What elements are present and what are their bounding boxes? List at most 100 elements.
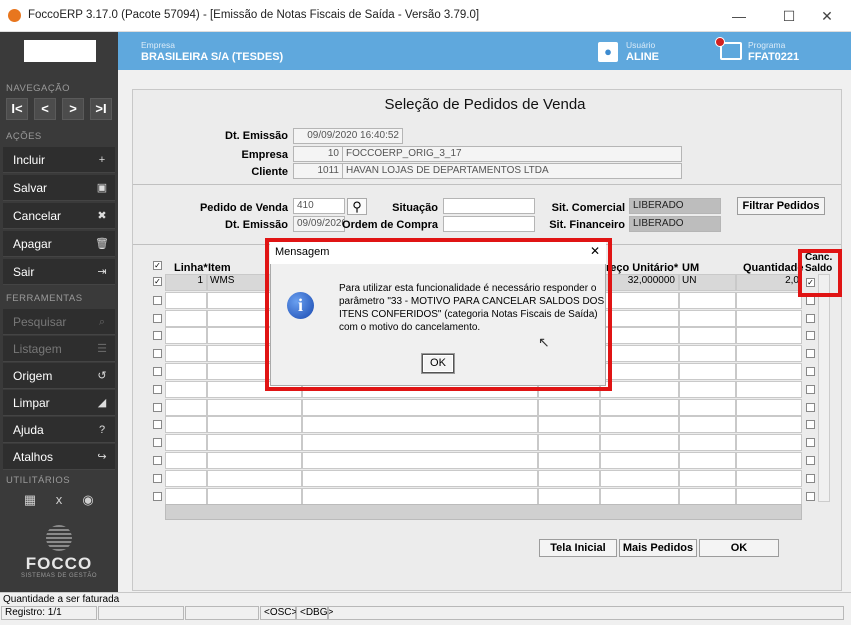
grid-cell[interactable] (600, 398, 679, 416)
grid-cell[interactable] (679, 469, 736, 487)
canc-saldo-checkbox[interactable] (806, 367, 815, 376)
grid-cell[interactable] (736, 452, 802, 469)
grid-cell[interactable] (679, 327, 736, 345)
grid-cell[interactable] (207, 416, 302, 434)
grid-cell[interactable] (302, 434, 538, 452)
grid-cell[interactable] (165, 345, 207, 363)
pedido-field[interactable]: 410 (293, 198, 345, 214)
incluir-button[interactable]: Incluir + (3, 147, 115, 173)
quantidade-cell[interactable]: 2,0 (736, 274, 802, 291)
row-checkbox[interactable] (153, 384, 162, 394)
row-checkbox[interactable] (153, 367, 162, 376)
minimize-button[interactable]: — (724, 4, 754, 28)
salvar-button[interactable]: Salvar ▣ (3, 175, 115, 201)
grid-cell[interactable] (165, 398, 207, 416)
grid-cell[interactable] (165, 291, 207, 309)
canc-saldo-checkbox[interactable] (806, 331, 815, 341)
grid-cell[interactable] (538, 469, 600, 487)
canc-saldo-checkbox[interactable] (806, 295, 815, 305)
row-checkbox[interactable] (153, 456, 162, 465)
grid-cell[interactable] (679, 416, 736, 434)
grid-cell[interactable] (207, 398, 302, 416)
grid-cell[interactable] (736, 469, 802, 487)
canc-saldo-checkbox[interactable] (806, 473, 815, 483)
grid-cell[interactable] (302, 452, 538, 469)
grid-cell[interactable] (679, 398, 736, 416)
grid-scrollbar[interactable] (818, 274, 830, 502)
grid-cell[interactable] (165, 309, 207, 327)
grid-cell[interactable] (736, 416, 802, 434)
grid-cell[interactable] (600, 452, 679, 469)
dt-emissao-field[interactable]: 09/09/2020 16:40:52 (293, 128, 403, 144)
row-checkbox[interactable] (153, 402, 162, 412)
grid-cell[interactable] (165, 487, 207, 505)
grid-cell[interactable] (207, 469, 302, 487)
grid-cell[interactable] (207, 487, 302, 505)
grid-cell[interactable] (538, 487, 600, 505)
grid-cell[interactable] (736, 327, 802, 345)
row-checkbox[interactable] (153, 349, 162, 359)
grid-cell[interactable] (736, 487, 802, 505)
grid-cell[interactable] (600, 469, 679, 487)
grid-cell[interactable] (679, 363, 736, 380)
grid-cell[interactable] (679, 309, 736, 327)
dt-emissao2-field[interactable]: 09/09/2020 (293, 216, 345, 232)
grid-cell[interactable] (165, 469, 207, 487)
row-checkbox[interactable] (153, 295, 162, 305)
um-cell[interactable]: UN (679, 274, 736, 291)
row-checkbox[interactable] (153, 331, 162, 341)
excel-icon[interactable]: x (51, 492, 67, 508)
grid-cell[interactable] (302, 469, 538, 487)
grid-cell[interactable] (538, 434, 600, 452)
grid-cell[interactable] (207, 434, 302, 452)
grid-cell[interactable] (207, 452, 302, 469)
origem-button[interactable]: Origem ↺ (3, 363, 115, 389)
grid-cell[interactable] (736, 398, 802, 416)
grid-cell[interactable] (538, 452, 600, 469)
cliente-code-field[interactable]: 1011 (293, 163, 343, 179)
pesquisar-button[interactable]: Pesquisar ⌕ (3, 309, 115, 335)
maximize-button[interactable]: ☐ (774, 4, 804, 28)
grid-cell[interactable] (736, 309, 802, 327)
grid-cell[interactable] (736, 291, 802, 309)
grid-cell[interactable] (165, 434, 207, 452)
ajuda-button[interactable]: Ajuda ? (3, 417, 115, 443)
grid-cell[interactable] (679, 452, 736, 469)
atalhos-button[interactable]: Atalhos ↪ (3, 444, 115, 470)
row-checkbox[interactable] (153, 491, 162, 501)
grid-cell[interactable] (679, 434, 736, 452)
grid-cell[interactable] (600, 434, 679, 452)
row-checkbox[interactable]: ✓ (153, 277, 162, 286)
canc-saldo-checkbox[interactable] (806, 402, 815, 412)
canc-saldo-checkbox[interactable] (806, 384, 815, 394)
canc-saldo-checkbox[interactable] (806, 438, 815, 448)
grid-cell[interactable] (538, 398, 600, 416)
grid-cell[interactable] (302, 487, 538, 505)
empresa-code-field[interactable]: 10 (293, 146, 343, 162)
grid-cell[interactable] (165, 452, 207, 469)
grid-cell[interactable] (679, 291, 736, 309)
grid-horizontal-scrollbar[interactable] (165, 504, 802, 520)
limpar-button[interactable]: Limpar ◢ (3, 390, 115, 416)
calculator-icon[interactable]: ▦ (22, 492, 38, 508)
canc-saldo-checkbox[interactable] (806, 420, 815, 430)
row-checkbox[interactable] (153, 313, 162, 323)
grid-cell[interactable] (679, 345, 736, 363)
row-checkbox[interactable] (153, 438, 162, 448)
grid-cell[interactable] (302, 416, 538, 434)
close-window-button[interactable]: ✕ (812, 4, 842, 28)
camera-icon[interactable]: ◉ (80, 492, 96, 508)
mais-pedidos-button[interactable]: Mais Pedidos (619, 539, 697, 557)
ordem-compra-field[interactable] (443, 216, 535, 232)
grid-cell[interactable] (302, 398, 538, 416)
select-all-checkbox[interactable]: ✓ (153, 261, 162, 270)
canc-saldo-checkbox[interactable] (806, 456, 815, 465)
sair-button[interactable]: Sair ⇥ (3, 259, 115, 285)
situacao-field[interactable] (443, 198, 535, 214)
apagar-button[interactable]: Apagar 🗑 (3, 231, 115, 257)
grid-cell[interactable] (538, 416, 600, 434)
ok-button[interactable]: OK (699, 539, 779, 557)
grid-cell[interactable] (600, 416, 679, 434)
canc-saldo-checkbox[interactable] (806, 491, 815, 501)
grid-cell[interactable] (679, 380, 736, 398)
